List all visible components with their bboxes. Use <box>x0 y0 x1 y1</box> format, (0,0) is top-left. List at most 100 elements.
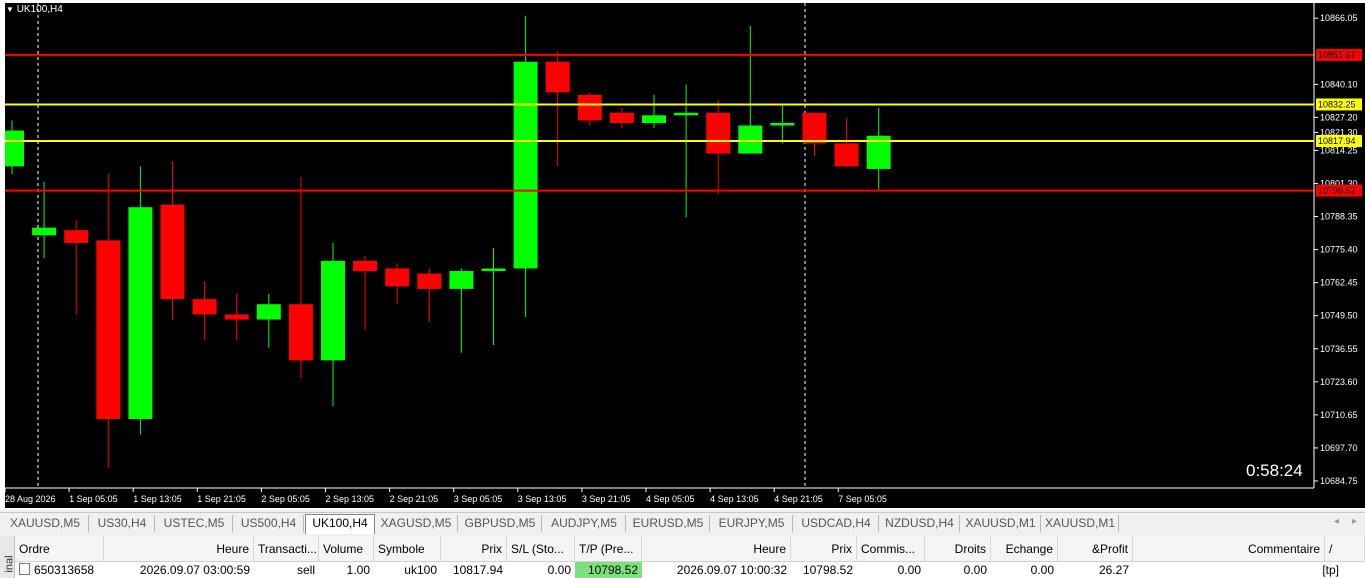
candle-body[interactable] <box>577 94 602 121</box>
col-header-symbol[interactable]: Symbole <box>374 536 441 562</box>
chart-tab[interactable]: GBPUSD,M5 <box>459 515 542 532</box>
cell-type: sell <box>254 562 319 578</box>
price-tick-label: 10840.10 <box>1320 79 1358 89</box>
chart-tab[interactable]: US500,H4 <box>234 515 304 532</box>
chart-tab[interactable]: EURUSD,M5 <box>627 515 710 532</box>
tabs-scroll-left-icon[interactable]: ◂ <box>1334 516 1339 527</box>
col-header-taxes[interactable]: Droits <box>925 536 991 562</box>
col-header-sl[interactable]: S/L (Sto... <box>507 536 575 562</box>
col-header-close-time[interactable]: Heure <box>642 536 791 562</box>
candle-body[interactable] <box>706 112 731 154</box>
time-tick-label: 4 Sep 05:05 <box>646 494 695 504</box>
price-tick-label: 10710.65 <box>1320 410 1358 420</box>
candle-body[interactable] <box>513 61 538 269</box>
terminal-side-tab[interactable]: inal <box>0 536 16 578</box>
candle-body[interactable] <box>642 115 666 123</box>
cell-sl: 0.00 <box>507 562 575 578</box>
candle-body[interactable] <box>609 112 634 123</box>
candle-body[interactable] <box>256 304 281 320</box>
price-tick-label: 10827.20 <box>1320 112 1358 122</box>
col-header-price[interactable]: Prix <box>441 536 507 562</box>
time-tick-label: 28 Aug 2026 <box>5 494 56 504</box>
candle-body[interactable] <box>481 268 506 272</box>
chart-tab[interactable]: EURJPY,M5 <box>711 515 793 532</box>
chart-tab[interactable]: USDCAD,H4 <box>794 515 879 532</box>
cell-order: 650313658 <box>15 562 104 578</box>
price-tick-label: 10866.05 <box>1320 13 1358 23</box>
chart-tab[interactable]: XAGUSD,M5 <box>375 515 458 532</box>
order-icon <box>19 563 30 575</box>
candle-body[interactable] <box>385 268 410 287</box>
time-tick-label: 4 Sep 21:05 <box>774 494 823 504</box>
candle-body[interactable] <box>160 204 185 300</box>
level-price-label: 10798.52 <box>1318 186 1356 196</box>
chart-tab[interactable]: XAUUSD,M5 <box>2 515 89 532</box>
candle-body[interactable] <box>353 260 378 272</box>
chart-tab[interactable]: UK100,H4 <box>305 514 375 534</box>
cell-symbol: uk100 <box>374 562 441 578</box>
col-header-close-price[interactable]: Prix <box>791 536 857 562</box>
tabs-scroll-right-icon[interactable]: ▸ <box>1352 516 1357 527</box>
cell-profit: 26.27 <box>1058 562 1133 578</box>
candle-body[interactable] <box>321 260 345 361</box>
chart-tab[interactable]: NZDUSD,H4 <box>880 515 960 532</box>
candle-body[interactable] <box>738 125 763 154</box>
chart-tab[interactable]: US30,H4 <box>90 515 155 532</box>
chart-plot-area[interactable] <box>5 3 1314 488</box>
candle-body[interactable] <box>192 299 217 315</box>
level-price-label: 10851.67 <box>1318 50 1356 60</box>
col-header-order[interactable]: Ordre <box>15 536 104 562</box>
price-tick-label: 10736.55 <box>1320 344 1358 354</box>
candle-body[interactable] <box>802 112 827 144</box>
price-tick-label: 10697.70 <box>1320 443 1358 453</box>
time-tick-label: 1 Sep 05:05 <box>69 494 118 504</box>
col-header-tp[interactable]: T/P (Pre... <box>575 536 642 562</box>
bar-countdown-timer: 0:58:24 <box>1246 461 1303 480</box>
candle-body[interactable] <box>417 273 442 289</box>
time-tick-label: 2 Sep 13:05 <box>326 494 375 504</box>
chart-menu-icon[interactable]: ▼ <box>6 5 14 14</box>
candle-body[interactable] <box>545 61 570 93</box>
time-tick-label: 4 Sep 13:05 <box>710 494 759 504</box>
cell-open-time: 2026.09.07 03:00:59 <box>104 562 254 578</box>
candle-body[interactable] <box>674 112 699 116</box>
time-tick-label: 1 Sep 13:05 <box>133 494 182 504</box>
chart-tab[interactable]: AUDJPY,M5 <box>543 515 626 532</box>
time-tick-label: 3 Sep 05:05 <box>454 494 503 504</box>
level-price-label: 10817.94 <box>1318 136 1356 146</box>
price-tick-label: 10762.45 <box>1320 278 1358 288</box>
col-header-comment[interactable]: Commentaire <box>1133 536 1325 562</box>
candle-body[interactable] <box>449 271 474 289</box>
col-header-sort[interactable]: / <box>1325 536 1365 562</box>
candle-body[interactable] <box>834 143 859 167</box>
candle-body[interactable] <box>770 122 795 126</box>
cell-taxes: 0.00 <box>925 562 991 578</box>
candle-body[interactable] <box>96 240 121 420</box>
price-chart[interactable]: 10866.05 10840.10 10827.20 10821.30 10814.25… <box>0 0 1365 510</box>
col-header-commission[interactable]: Commis... <box>857 536 925 562</box>
candle-body[interactable] <box>288 304 313 361</box>
cell-open-price: 10817.94 <box>441 562 507 578</box>
candle-body[interactable] <box>224 314 249 320</box>
col-header-type[interactable]: Transacti... <box>254 536 319 562</box>
candle-body[interactable] <box>32 227 57 236</box>
candle-body[interactable] <box>5 130 24 167</box>
price-tick-label: 10723.60 <box>1320 377 1358 387</box>
candle-body[interactable] <box>64 230 89 243</box>
col-header-swap[interactable]: Echange <box>991 536 1058 562</box>
col-header-volume[interactable]: Volume <box>319 536 374 562</box>
candle-body[interactable] <box>128 207 153 420</box>
cell-comment: [tp] <box>1133 562 1343 578</box>
chart-tab[interactable]: XAUUSD,M1 <box>1042 515 1119 532</box>
sort-icon: / <box>1329 542 1333 556</box>
chart-tab[interactable]: USTEC,M5 <box>156 515 233 532</box>
cell-close-time: 2026.09.07 10:00:32 <box>642 562 791 578</box>
time-tick-label: 3 Sep 13:05 <box>518 494 567 504</box>
cell-close-price: 10798.52 <box>791 562 857 578</box>
col-header-profit[interactable]: &Profit <box>1058 536 1133 562</box>
chart-tabs-bar: XAUUSD,M5 US30,H4 USTEC,M5 US500,H4 UK100,H4… <box>0 512 1365 535</box>
price-tick-label: 10684.75 <box>1320 476 1358 486</box>
chart-canvas[interactable]: 10866.0510840.1010827.2010821.3010814.25… <box>0 0 1365 510</box>
col-header-open-time[interactable]: Heure <box>104 536 254 562</box>
chart-tab[interactable]: XAUUSD,M1 <box>961 515 1041 532</box>
